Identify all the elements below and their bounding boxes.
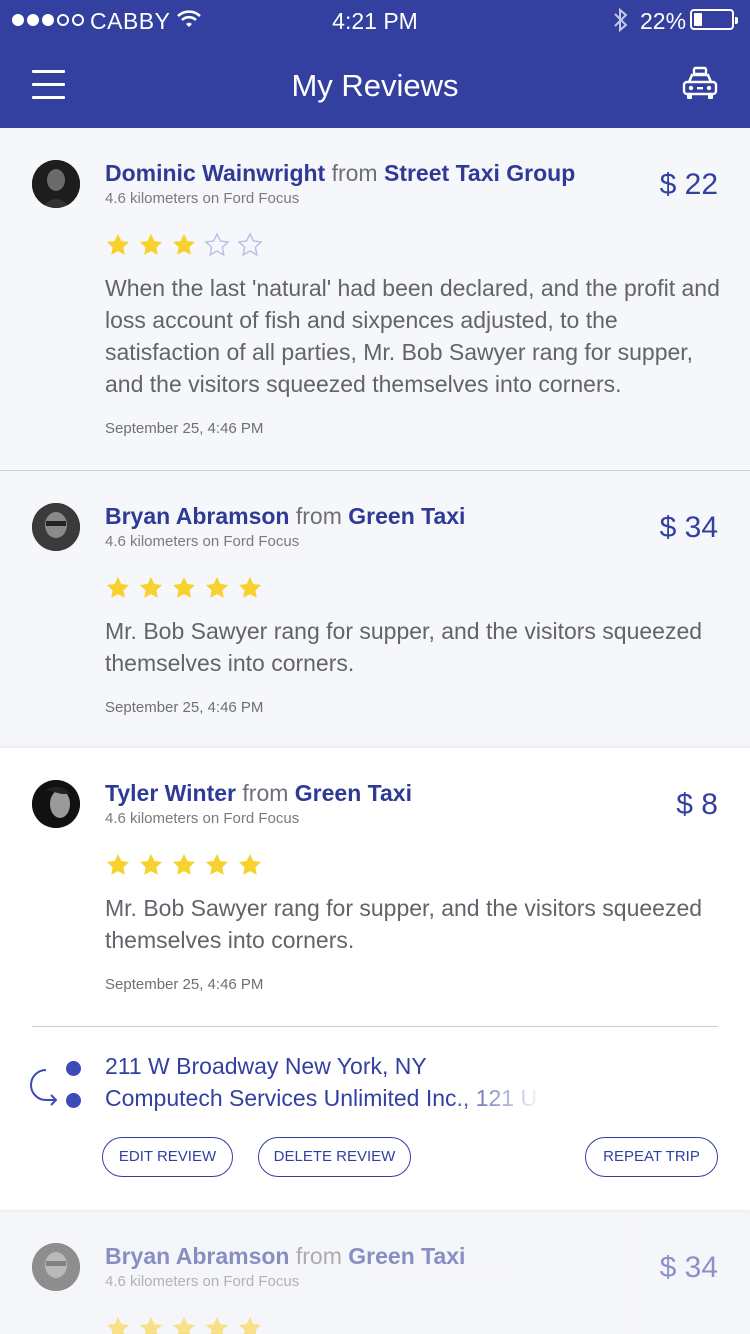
pickup-dot [66, 1061, 81, 1076]
pickup-address: 211 W Broadway New York, NY [105, 1053, 427, 1079]
avatar [32, 503, 80, 551]
star-filled-icon [205, 1316, 229, 1334]
bluetooth-icon [614, 7, 628, 33]
driver-name: Bryan Abramson [105, 1243, 290, 1269]
review-heading: Bryan Abramson from Green Taxi [105, 503, 465, 530]
star-filled-icon [106, 233, 130, 255]
star-rating [105, 575, 263, 601]
star-filled-icon [172, 233, 196, 255]
star-filled-icon [106, 853, 130, 875]
page-title: My Reviews [291, 68, 459, 103]
trip-distance: 4.6 kilometers on Ford Focus [105, 810, 300, 827]
star-filled-icon [139, 1316, 163, 1334]
from-text: from [295, 503, 342, 529]
fare-price: $ 34 [659, 1251, 718, 1284]
app-header: CABBY 4:21 PM 22% My Reviews [0, 0, 750, 128]
star-filled-icon [139, 853, 163, 875]
avatar [32, 160, 80, 208]
company-name: Green Taxi [348, 1243, 466, 1269]
review-text: When the last 'natural' had been declare… [105, 275, 720, 397]
company-name: Green Taxi [348, 503, 466, 529]
from-text: from [295, 1243, 342, 1269]
driver-name: Bryan Abramson [105, 503, 290, 529]
status-bar: CABBY 4:21 PM 22% [0, 0, 750, 40]
review-heading: Bryan Abramson from Green Taxi [105, 1243, 465, 1270]
review-date: September 25, 4:46 PM [105, 976, 264, 993]
star-rating [105, 852, 263, 878]
star-empty-icon [204, 232, 230, 257]
star-rating [105, 1315, 263, 1334]
trip-distance: 4.6 kilometers on Ford Focus [105, 190, 300, 207]
review-card[interactable]: Dominic Wainwright from Street Taxi Grou… [0, 128, 750, 470]
company-name: Green Taxi [294, 780, 412, 806]
battery-percent: 22% [640, 8, 687, 34]
battery-icon [690, 9, 738, 30]
review-date: September 25, 4:46 PM [105, 420, 264, 437]
star-filled-icon [238, 853, 262, 875]
fare-price: $ 34 [659, 511, 718, 544]
star-filled-icon [238, 1316, 262, 1334]
status-time: 4:21 PM [332, 8, 418, 34]
star-filled-icon [205, 576, 229, 598]
star-filled-icon [205, 853, 229, 875]
star-filled-icon [106, 1316, 130, 1334]
star-rating [105, 232, 263, 258]
fare-price: $ 22 [659, 168, 718, 201]
review-date: September 25, 4:46 PM [105, 699, 264, 716]
company-name: Street Taxi Group [383, 160, 576, 186]
taxi-icon[interactable] [681, 66, 719, 102]
trip-distance: 4.6 kilometers on Ford Focus [105, 533, 300, 550]
review-text: Mr. Bob Sawyer rang for supper, and the … [105, 895, 703, 953]
from-text: from [242, 780, 289, 806]
route-arrow-icon [30, 1069, 58, 1106]
review-text: Mr. Bob Sawyer rang for supper, and the … [105, 618, 703, 676]
star-filled-icon [172, 853, 196, 875]
review-card-expanded[interactable]: Tyler Winter from Green Taxi 4.6 kilomet… [0, 748, 750, 1210]
driver-name: Dominic Wainwright [105, 160, 326, 186]
review-heading: Dominic Wainwright from Street Taxi Grou… [105, 160, 575, 187]
dropoff-dot [66, 1093, 81, 1108]
fare-price: $ 8 [676, 788, 718, 821]
repeat-trip-button[interactable]: REPEAT TRIP [585, 1137, 718, 1177]
dropoff-address: Computech Services Unlimited Inc., 121 U [105, 1085, 538, 1111]
review-card[interactable]: Bryan Abramson from Green Taxi 4.6 kilom… [0, 471, 750, 748]
delete-review-button[interactable]: DELETE REVIEW [258, 1137, 411, 1177]
star-filled-icon [238, 576, 262, 598]
star-filled-icon [139, 233, 163, 255]
star-filled-icon [139, 576, 163, 598]
trip-distance: 4.6 kilometers on Ford Focus [105, 1273, 300, 1290]
star-filled-icon [106, 576, 130, 598]
avatar [32, 780, 80, 828]
edit-review-button[interactable]: EDIT REVIEW [102, 1137, 233, 1177]
star-filled-icon [172, 1316, 196, 1334]
review-heading: Tyler Winter from Green Taxi [105, 780, 412, 807]
route-divider [32, 1026, 718, 1027]
review-card[interactable]: Bryan Abramson from Green Taxi 4.6 kilom… [0, 1211, 750, 1334]
star-filled-icon [172, 576, 196, 598]
from-text: from [331, 160, 378, 186]
star-empty-icon [237, 232, 263, 257]
driver-name: Tyler Winter [105, 780, 237, 806]
avatar [32, 1243, 80, 1291]
